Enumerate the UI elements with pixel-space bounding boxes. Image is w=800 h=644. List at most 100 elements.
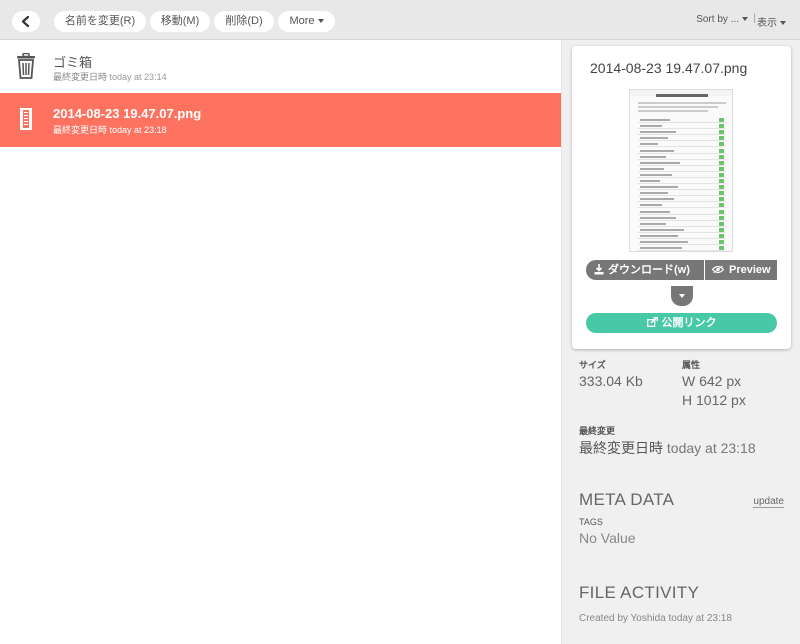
thumb-row bbox=[638, 123, 726, 130]
thumb-title bbox=[656, 94, 708, 97]
thumb-row bbox=[638, 129, 726, 136]
more-actions-button[interactable] bbox=[671, 286, 693, 306]
thumb-row-status bbox=[719, 240, 724, 244]
height-value: H 1012 px bbox=[682, 392, 746, 408]
image-file-icon bbox=[15, 106, 37, 132]
sort-by-label: Sort by ... bbox=[696, 14, 739, 25]
thumb-row-status bbox=[719, 142, 724, 147]
modified-label: 最終変更日時 bbox=[53, 125, 108, 135]
thumb-row-status bbox=[719, 166, 724, 171]
delete-button[interactable]: 削除(D) bbox=[214, 11, 274, 32]
more-label: More bbox=[289, 15, 315, 27]
thumb-row bbox=[638, 245, 726, 251]
file-activity-heading: FILE ACTIVITY bbox=[579, 583, 700, 602]
width-value: W 642 px bbox=[682, 373, 742, 389]
display-label: 表示 bbox=[757, 18, 777, 29]
modified-value: today at 23:18 bbox=[666, 440, 756, 456]
thumb-row-label bbox=[640, 192, 668, 195]
thumb-row-label bbox=[640, 173, 672, 176]
thumb-row bbox=[638, 215, 726, 221]
public-link-button[interactable]: 公開リンク bbox=[586, 313, 777, 333]
thumb-row-label bbox=[640, 155, 666, 158]
activity-entry: Created by Yoshida today at 23:18 bbox=[579, 613, 732, 624]
size-value: 333.04 Kb bbox=[579, 373, 643, 389]
thumb-row-label bbox=[640, 204, 662, 207]
toolbar-separator: | bbox=[753, 13, 756, 24]
thumb-row-status bbox=[719, 191, 724, 196]
list-item-modified: 最終変更日時 today at 23:18 bbox=[53, 123, 167, 136]
thumb-row-status bbox=[719, 209, 724, 214]
thumb-row-status bbox=[719, 185, 724, 190]
thumb-row-label bbox=[640, 137, 668, 140]
attributes-heading: 属性 bbox=[682, 360, 701, 370]
thumb-row-label bbox=[640, 198, 674, 201]
thumb-row-status bbox=[719, 124, 724, 129]
move-button[interactable]: 移動(M) bbox=[150, 11, 210, 32]
list-item-trash[interactable]: ゴミ箱 最終変更日時 today at 23:14 bbox=[0, 40, 561, 94]
download-button[interactable]: ダウンロード(w) bbox=[586, 260, 704, 280]
update-link[interactable]: update bbox=[753, 496, 784, 508]
thumb-row-label bbox=[640, 180, 660, 182]
thumb-row bbox=[638, 178, 726, 184]
more-button[interactable]: More bbox=[278, 11, 335, 32]
size-heading: サイズ bbox=[579, 360, 606, 370]
thumb-row-label bbox=[640, 234, 678, 237]
thumb-row bbox=[638, 135, 726, 142]
file-title: 2014-08-23 19.47.07.png bbox=[590, 60, 748, 76]
file-list: ゴミ箱 最終変更日時 today at 23:14 2014-08-23 19.… bbox=[0, 40, 561, 644]
thumb-row-label bbox=[640, 125, 662, 128]
chevron-left-icon bbox=[21, 16, 30, 27]
sort-by-dropdown[interactable]: Sort by ... bbox=[696, 14, 748, 25]
thumb-row-label bbox=[640, 247, 682, 250]
thumb-row bbox=[638, 141, 726, 148]
trash-icon bbox=[15, 52, 37, 79]
thumb-row bbox=[638, 166, 726, 172]
eye-icon bbox=[712, 265, 724, 274]
thumb-row-status bbox=[719, 246, 724, 251]
thumb-row-label bbox=[640, 228, 684, 231]
display-dropdown[interactable]: 表示 bbox=[757, 14, 786, 29]
thumb-row-status bbox=[719, 118, 724, 122]
meta-data-heading: META DATA bbox=[579, 490, 675, 509]
thumb-row-status bbox=[719, 179, 724, 183]
thumb-line bbox=[638, 106, 718, 108]
thumb-row-status bbox=[719, 203, 724, 208]
thumb-row-label bbox=[640, 143, 658, 146]
modified-heading: 最終変更 bbox=[579, 426, 616, 436]
toolbar: 名前を変更(R) 移動(M) 削除(D) More Sort by ... | … bbox=[0, 0, 800, 40]
list-item-file-selected[interactable]: 2014-08-23 19.47.07.png 最終変更日時 today at … bbox=[0, 93, 561, 147]
public-link-label: 公開リンク bbox=[661, 317, 717, 329]
share-icon bbox=[646, 317, 658, 328]
thumb-row bbox=[638, 117, 726, 123]
modified-info: 最終変更日時 today at 23:18 bbox=[579, 438, 756, 458]
thumb-row-label bbox=[640, 186, 678, 189]
modified-value: today at 23:18 bbox=[109, 125, 167, 135]
tags-value: No Value bbox=[579, 530, 636, 546]
thumb-row-status bbox=[719, 215, 724, 220]
thumb-row-status bbox=[719, 227, 724, 232]
file-thumbnail[interactable] bbox=[629, 89, 733, 252]
thumb-row-status bbox=[719, 160, 724, 165]
thumb-row bbox=[638, 172, 726, 178]
thumb-row-label bbox=[640, 149, 674, 152]
thumb-row bbox=[638, 239, 726, 245]
preview-label: Preview bbox=[729, 264, 771, 276]
thumb-row bbox=[638, 148, 726, 154]
download-icon bbox=[594, 264, 604, 275]
thumb-row bbox=[638, 196, 726, 203]
thumb-row-label bbox=[640, 216, 676, 219]
list-item-name: 2014-08-23 19.47.07.png bbox=[53, 106, 202, 121]
thumb-row bbox=[638, 209, 726, 215]
preview-button[interactable]: Preview bbox=[705, 260, 777, 280]
thumb-line bbox=[638, 102, 726, 104]
thumb-row bbox=[638, 221, 726, 227]
modified-value: today at 23:14 bbox=[109, 72, 167, 82]
rename-button[interactable]: 名前を変更(R) bbox=[54, 11, 146, 32]
thumb-row-status bbox=[719, 154, 724, 159]
thumb-row-status bbox=[719, 136, 724, 141]
back-button[interactable] bbox=[12, 11, 40, 32]
caret-down-icon bbox=[780, 21, 786, 26]
file-preview-card: 2014-08-23 19.47.07.png ダウンロード(w) Previe… bbox=[572, 46, 791, 349]
thumb-row bbox=[638, 184, 726, 191]
thumb-row-status bbox=[719, 130, 724, 135]
